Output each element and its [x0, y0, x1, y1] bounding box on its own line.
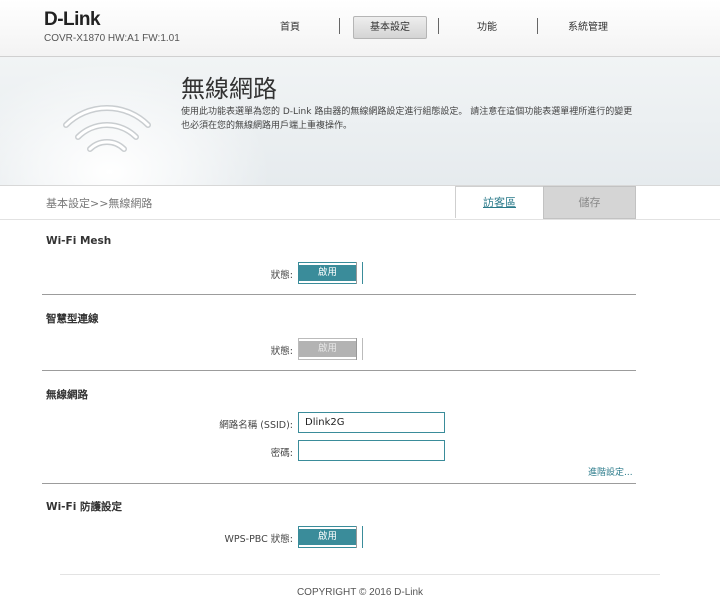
section-divider: [42, 294, 636, 295]
page-title: 無線網路: [181, 75, 277, 103]
mesh-toggle-label: 啟用: [299, 265, 356, 281]
model-info: COVR-X1870 HW:A1 FW:1.01: [44, 33, 180, 44]
smart-connect-toggle-label: 啟用: [299, 341, 356, 357]
guest-zone-link[interactable]: 訪客區: [455, 186, 544, 218]
wps-toggle[interactable]: 啟用: [298, 526, 363, 548]
toggle-knob: [356, 262, 362, 284]
section-divider: [42, 483, 636, 484]
toggle-knob: [356, 338, 362, 360]
smart-connect-status-label: 狀態:: [270, 346, 293, 357]
nav-separator: [438, 18, 439, 34]
section-title-wps: Wi-Fi 防護設定: [46, 501, 122, 513]
mesh-toggle[interactable]: 啟用: [298, 262, 363, 284]
nav-management[interactable]: 系統管理: [560, 17, 616, 38]
ssid-label: 網路名稱 (SSID):: [219, 420, 293, 431]
mesh-status-label: 狀態:: [270, 270, 293, 281]
copyright-text: COPYRIGHT © 2016 D-Link: [296, 587, 424, 598]
section-title-smart-connect: 智慧型連線: [46, 313, 99, 325]
section-divider: [42, 370, 636, 371]
password-input[interactable]: [298, 440, 445, 461]
advanced-settings-link[interactable]: 進階設定...: [588, 465, 633, 478]
nav-separator: [537, 18, 538, 34]
page-description: 使用此功能表選單為您的 D-Link 路由器的無線網路設定進行組態設定。 請注意…: [181, 107, 633, 131]
breadcrumb: 基本設定>>無線網路: [46, 197, 153, 210]
nav-basic-settings[interactable]: 基本設定: [353, 16, 427, 39]
section-title-wifi-mesh: Wi-Fi Mesh: [46, 235, 112, 247]
nav-features[interactable]: 功能: [470, 17, 504, 38]
smart-connect-toggle[interactable]: 啟用: [298, 338, 363, 360]
nav-home[interactable]: 首頁: [275, 17, 305, 38]
wps-toggle-label: 啟用: [299, 529, 356, 545]
page-banner: 無線網路 使用此功能表選單為您的 D-Link 路由器的無線網路設定進行組態設定…: [0, 57, 720, 186]
wifi-icon: [63, 105, 151, 152]
breadcrumb-bar: 基本設定>>無線網路 訪客區 儲存: [0, 186, 720, 220]
nav-separator: [339, 18, 340, 34]
save-button[interactable]: 儲存: [543, 186, 636, 219]
section-title-wireless: 無線網路: [46, 389, 88, 401]
ssid-input[interactable]: [298, 412, 445, 433]
dlink-logo[interactable]: D-Link: [44, 9, 101, 31]
top-header: D-Link COVR-X1870 HW:A1 FW:1.01 首頁 基本設定 …: [0, 0, 720, 57]
toggle-knob: [356, 526, 362, 548]
wps-status-label: WPS-PBC 狀態:: [224, 534, 293, 545]
footer-divider: [60, 574, 660, 575]
password-label: 密碼:: [270, 448, 293, 459]
